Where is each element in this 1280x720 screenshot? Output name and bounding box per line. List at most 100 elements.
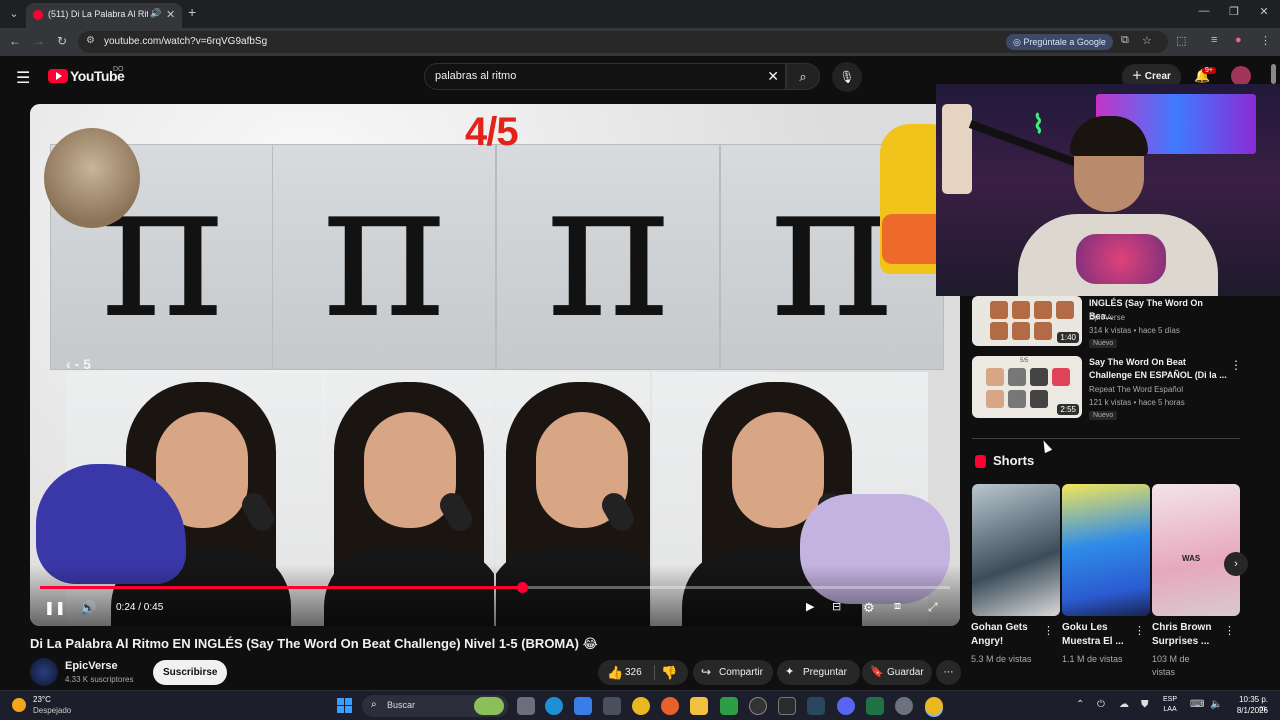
- voice-search-button[interactable]: 🎙: [832, 62, 862, 92]
- reading-list-icon[interactable]: ≡: [1211, 34, 1217, 46]
- ask-google-button[interactable]: ◎ Pregúntale a Google: [1006, 34, 1113, 50]
- account-avatar[interactable]: [1231, 66, 1251, 86]
- thumb-tile: [1012, 322, 1030, 340]
- autoplay-toggle-icon[interactable]: ▶: [806, 600, 814, 613]
- windows-taskbar: 23°C Despejado ⌕ Buscar ⌃ ⏻ ☁ ⛊ ESP LAA …: [0, 690, 1280, 720]
- window-restore-icon[interactable]: ❐: [1224, 5, 1244, 18]
- tab-search-chevron-icon[interactable]: ⌄: [4, 4, 24, 24]
- excel-icon[interactable]: [866, 697, 884, 715]
- network-icon[interactable]: ⌨: [1190, 699, 1204, 710]
- pause-icon[interactable]: ❚❚: [44, 600, 66, 616]
- copilot-icon[interactable]: [574, 697, 592, 715]
- short-thumbnail-1[interactable]: [972, 484, 1060, 616]
- youtube-favicon-icon: [33, 10, 43, 20]
- volume-icon[interactable]: 🔊: [80, 600, 96, 616]
- tray-shield-icon[interactable]: ⛊: [1141, 699, 1149, 710]
- browser-menu-icon[interactable]: ⋮: [1260, 34, 1271, 47]
- search-input[interactable]: palabras al ritmo ✕: [424, 63, 786, 90]
- miniplayer-icon[interactable]: ⧈: [894, 600, 901, 613]
- tab-close-icon[interactable]: ✕: [166, 8, 175, 21]
- xbox-icon[interactable]: [720, 697, 738, 715]
- chrome-icon[interactable]: [632, 697, 650, 715]
- video-title[interactable]: Say The Word On Beat Challenge EN ESPAÑO…: [1089, 356, 1229, 382]
- weather-description[interactable]: Despejado: [33, 706, 71, 715]
- steam-icon[interactable]: [807, 697, 825, 715]
- site-info-icon[interactable]: ⚙: [86, 35, 95, 46]
- settings-icon[interactable]: [895, 697, 913, 715]
- address-url[interactable]: youtube.com/watch?v=6rqVG9afbSg: [104, 36, 267, 47]
- tray-overflow-chevron-icon[interactable]: ⌃: [1076, 699, 1084, 710]
- video-thumbnail[interactable]: 1:40: [972, 296, 1082, 346]
- task-view-icon[interactable]: [517, 697, 535, 715]
- cloud-icon[interactable]: ☁: [1119, 699, 1129, 710]
- settings-gear-icon[interactable]: ⚙: [863, 600, 875, 616]
- short-title[interactable]: Goku Les Muestra El ...: [1062, 621, 1136, 649]
- weather-moon-icon[interactable]: [12, 698, 26, 712]
- save-button[interactable]: 🔖 Guardar: [862, 660, 932, 685]
- epic-games-icon[interactable]: [778, 697, 796, 715]
- short-thumbnail-2[interactable]: [1062, 484, 1150, 616]
- tab-audio-icon[interactable]: 🔊: [150, 8, 161, 19]
- window-close-icon[interactable]: ✕: [1254, 5, 1274, 18]
- search-query[interactable]: palabras al ritmo: [435, 70, 516, 82]
- more-actions-button[interactable]: ⋯: [936, 660, 961, 685]
- input-language[interactable]: ESP LAA: [1163, 695, 1177, 715]
- short-title[interactable]: Chris Brown Surprises ...: [1152, 621, 1226, 649]
- youtube-logo-icon[interactable]: [48, 69, 68, 83]
- list-item[interactable]: 5/5 2:55 Say The Word On Beat Challenge …: [972, 356, 1252, 422]
- new-tab-plus-icon[interactable]: +: [188, 4, 196, 20]
- dislike-thumb-icon[interactable]: 👎: [661, 660, 677, 685]
- share-button[interactable]: ↪ Compartir: [693, 660, 773, 685]
- like-count[interactable]: 326: [625, 660, 642, 685]
- page-scrollbar[interactable]: [1271, 64, 1276, 84]
- windows-start-icon[interactable]: [337, 698, 353, 714]
- profile-icon[interactable]: ●: [1235, 34, 1242, 46]
- install-app-icon[interactable]: ⧉: [1121, 34, 1129, 47]
- extensions-icon[interactable]: ⬚: [1176, 34, 1186, 47]
- list-item[interactable]: 1:40 INGLÉS (Say The Word On Bea... Epic…: [972, 296, 1252, 352]
- browser-tab-active[interactable]: (511) Di La Palabra Al Ritmo 🔊 ✕: [26, 3, 182, 28]
- tray-app-icon[interactable]: ⏻: [1097, 699, 1105, 710]
- reload-icon[interactable]: ↻: [53, 34, 71, 48]
- channel-name[interactable]: EpicVerse: [1089, 313, 1125, 322]
- short-thumbnail-3[interactable]: WAS: [1152, 484, 1240, 616]
- menu-hamburger-icon[interactable]: ☰: [16, 68, 30, 88]
- video-player[interactable]: π π π π 4/5 ‹ - 5 ❚❚ 🔊 0:24 / 0:45 ▶ ⊟ ⚙…: [30, 104, 960, 626]
- short-title[interactable]: Gohan Gets Angry!: [971, 621, 1045, 649]
- app-icon[interactable]: [603, 697, 621, 715]
- shorts-next-chevron-icon[interactable]: ›: [1224, 552, 1248, 576]
- file-explorer-icon[interactable]: [690, 697, 708, 715]
- channel-name[interactable]: EpicVerse: [65, 660, 118, 672]
- clock-date[interactable]: 8/1/2026: [1228, 706, 1268, 715]
- taskbar-search-input[interactable]: ⌕ Buscar: [362, 695, 508, 717]
- search-button[interactable]: ⌕: [786, 63, 820, 90]
- search-clear-icon[interactable]: ✕: [767, 68, 779, 85]
- notification-count-badge: 9+: [1202, 67, 1216, 74]
- more-vertical-icon[interactable]: ⋮: [1043, 624, 1054, 637]
- like-thumb-icon[interactable]: 👍: [607, 660, 623, 685]
- speaker-icon[interactable]: 🔈: [1210, 699, 1222, 710]
- thumb-counter: 5/5: [1020, 358, 1029, 364]
- window-minimize-icon[interactable]: —: [1194, 5, 1214, 17]
- channel-name[interactable]: Repeat The Word Español: [1089, 385, 1183, 394]
- back-arrow-icon[interactable]: ←: [6, 34, 24, 48]
- forward-arrow-icon[interactable]: →: [30, 34, 48, 48]
- subtitles-icon[interactable]: ⊟: [832, 600, 841, 613]
- more-vertical-icon[interactable]: ⋮: [1230, 358, 1242, 372]
- video-thumbnail[interactable]: 5/5 2:55: [972, 356, 1082, 418]
- more-vertical-icon[interactable]: ⋮: [1134, 624, 1145, 637]
- chrome-active-icon[interactable]: [925, 697, 943, 715]
- more-vertical-icon[interactable]: ⋮: [1224, 624, 1235, 637]
- progress-bar[interactable]: [40, 582, 950, 593]
- address-bar[interactable]: ⚙ youtube.com/watch?v=6rqVG9afbSg ◎ Preg…: [78, 31, 1168, 53]
- discord-icon[interactable]: [837, 697, 855, 715]
- fullscreen-icon[interactable]: ⤢: [928, 600, 938, 615]
- subscribe-button[interactable]: Suscribirse: [153, 660, 228, 685]
- ask-ai-button[interactable]: ✦ Preguntar: [777, 660, 860, 685]
- weather-temperature[interactable]: 23°C: [33, 695, 51, 704]
- channel-avatar[interactable]: [30, 658, 58, 686]
- bookmark-star-icon[interactable]: ☆: [1142, 34, 1152, 47]
- firefox-icon[interactable]: [661, 697, 679, 715]
- edge-browser-icon[interactable]: [545, 697, 563, 715]
- obs-icon[interactable]: [749, 697, 767, 715]
